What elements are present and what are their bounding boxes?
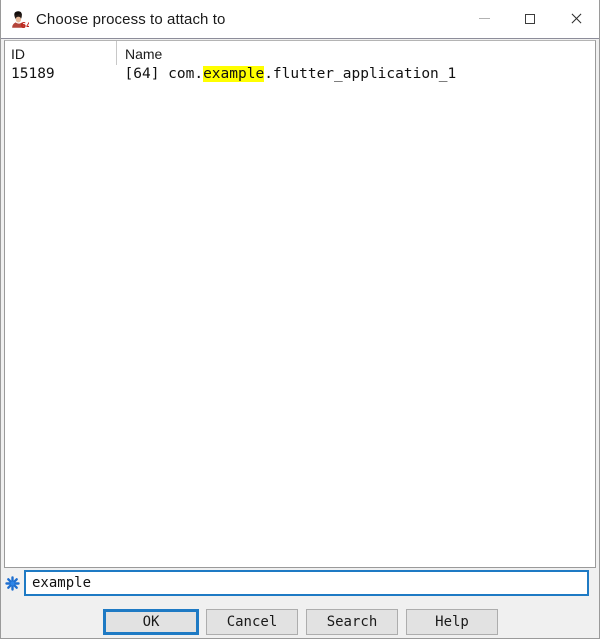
minimize-icon [478,18,490,19]
process-table: ID Name 15189 [64] com.example.flutter_a… [5,41,595,84]
maximize-button[interactable] [507,0,553,37]
cell-process-name: [64] com.example.flutter_application_1 [117,65,596,84]
process-name-match-highlight: example [203,66,265,82]
cell-process-id: 15189 [11,66,55,82]
maximize-icon [525,13,535,24]
search-input[interactable] [24,570,589,596]
search-button[interactable]: Search [306,609,398,635]
ok-button[interactable]: OK [103,609,199,635]
process-name-suffix: .flutter_application_1 [264,66,457,82]
help-button[interactable]: Help [406,609,498,635]
close-icon [570,12,583,25]
table-row[interactable]: 15189 [64] com.example.flutter_applicati… [5,65,595,84]
choose-process-dialog: 64 Choose process to attach to ID Name 1… [0,0,600,639]
table-header-row: ID Name [5,41,595,65]
process-list-panel[interactable]: ID Name 15189 [64] com.example.flutter_a… [4,40,596,568]
column-header-id[interactable]: ID [5,41,117,65]
close-button[interactable] [553,0,599,37]
dialog-button-bar: OK Cancel Search Help [1,598,599,638]
process-name-prefix: [64] com. [124,66,204,82]
page-title: Choose process to attach to [36,10,226,28]
window-controls [461,0,599,37]
filter-row [1,568,599,598]
title-bar: 64 Choose process to attach to [1,0,599,39]
process-avatar-64-icon: 64 [9,9,32,30]
minimize-button[interactable] [461,0,507,37]
column-header-name[interactable]: Name [116,41,595,65]
cancel-button[interactable]: Cancel [206,609,298,635]
svg-text:64: 64 [21,21,30,29]
filter-asterisk-icon[interactable] [4,575,21,592]
